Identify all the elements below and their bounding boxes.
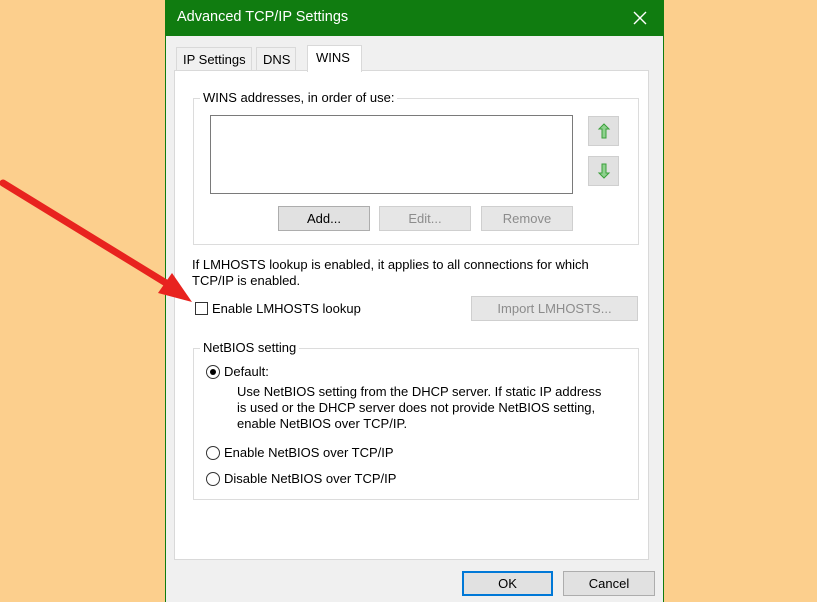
move-down-button[interactable] [588,156,619,186]
remove-button[interactable]: Remove [481,206,573,231]
netbios-default-desc-line1: Use NetBIOS setting from the DHCP server… [237,384,602,399]
disable-netbios-label[interactable]: Disable NetBIOS over TCP/IP [224,471,396,487]
import-lmhosts-button[interactable]: Import LMHOSTS... [471,296,638,321]
add-button-label: Add... [307,211,341,226]
tab-label: IP Settings [183,52,246,67]
disable-netbios-radio[interactable] [206,472,220,486]
enable-lmhosts-checkbox[interactable] [195,302,208,315]
add-button[interactable]: Add... [278,206,370,231]
window-title: Advanced TCP/IP Settings [177,9,349,25]
enable-netbios-radio[interactable] [206,446,220,460]
edit-button-label: Edit... [408,211,442,226]
ok-button[interactable]: OK [462,571,553,596]
lmhosts-info-line1: If LMHOSTS lookup is enabled, it applies… [192,257,589,272]
cancel-button-label: Cancel [588,576,630,591]
move-up-button[interactable] [588,116,619,146]
enable-netbios-label[interactable]: Enable NetBIOS over TCP/IP [224,445,394,461]
lmhosts-info-line2: TCP/IP is enabled. [192,273,301,288]
tab-label: DNS [263,52,291,67]
wins-address-list[interactable] [210,115,573,194]
tab-ip-settings[interactable]: IP Settings [176,47,252,71]
close-button[interactable] [617,0,663,36]
tab-dns[interactable]: DNS [256,47,297,71]
wins-addresses-label: WINS addresses, in order of use: [200,90,398,105]
title-bar[interactable]: Advanced TCP/IP Settings [166,0,663,36]
tab-wins[interactable]: WINS [307,45,362,72]
netbios-default-desc-line3: enable NetBIOS over TCP/IP. [237,416,408,431]
edit-button[interactable]: Edit... [379,206,471,231]
netbios-default-desc-line2: is used or the DHCP server does not prov… [237,400,596,415]
netbios-group-label: NetBIOS setting [200,340,300,355]
wins-tab-panel: WINS addresses, in order of use: Add... … [174,70,649,560]
cancel-button[interactable]: Cancel [563,571,655,596]
remove-button-label: Remove [502,211,552,226]
netbios-default-radio[interactable] [206,365,220,379]
advanced-tcpip-dialog: Advanced TCP/IP Settings IP Settings DNS… [165,0,664,602]
arrow-down-icon [597,163,610,179]
ok-button-label: OK [498,576,517,591]
netbios-group: NetBIOS setting Default: Use NetBIOS set… [193,340,639,500]
close-icon [633,11,647,25]
tab-label: WINS [316,50,350,65]
import-lmhosts-label: Import LMHOSTS... [497,301,612,316]
enable-lmhosts-label[interactable]: Enable LMHOSTS lookup [212,301,361,317]
netbios-default-label[interactable]: Default: [224,364,269,380]
arrow-up-icon [597,123,610,139]
wins-addresses-group: WINS addresses, in order of use: Add... … [193,90,639,245]
